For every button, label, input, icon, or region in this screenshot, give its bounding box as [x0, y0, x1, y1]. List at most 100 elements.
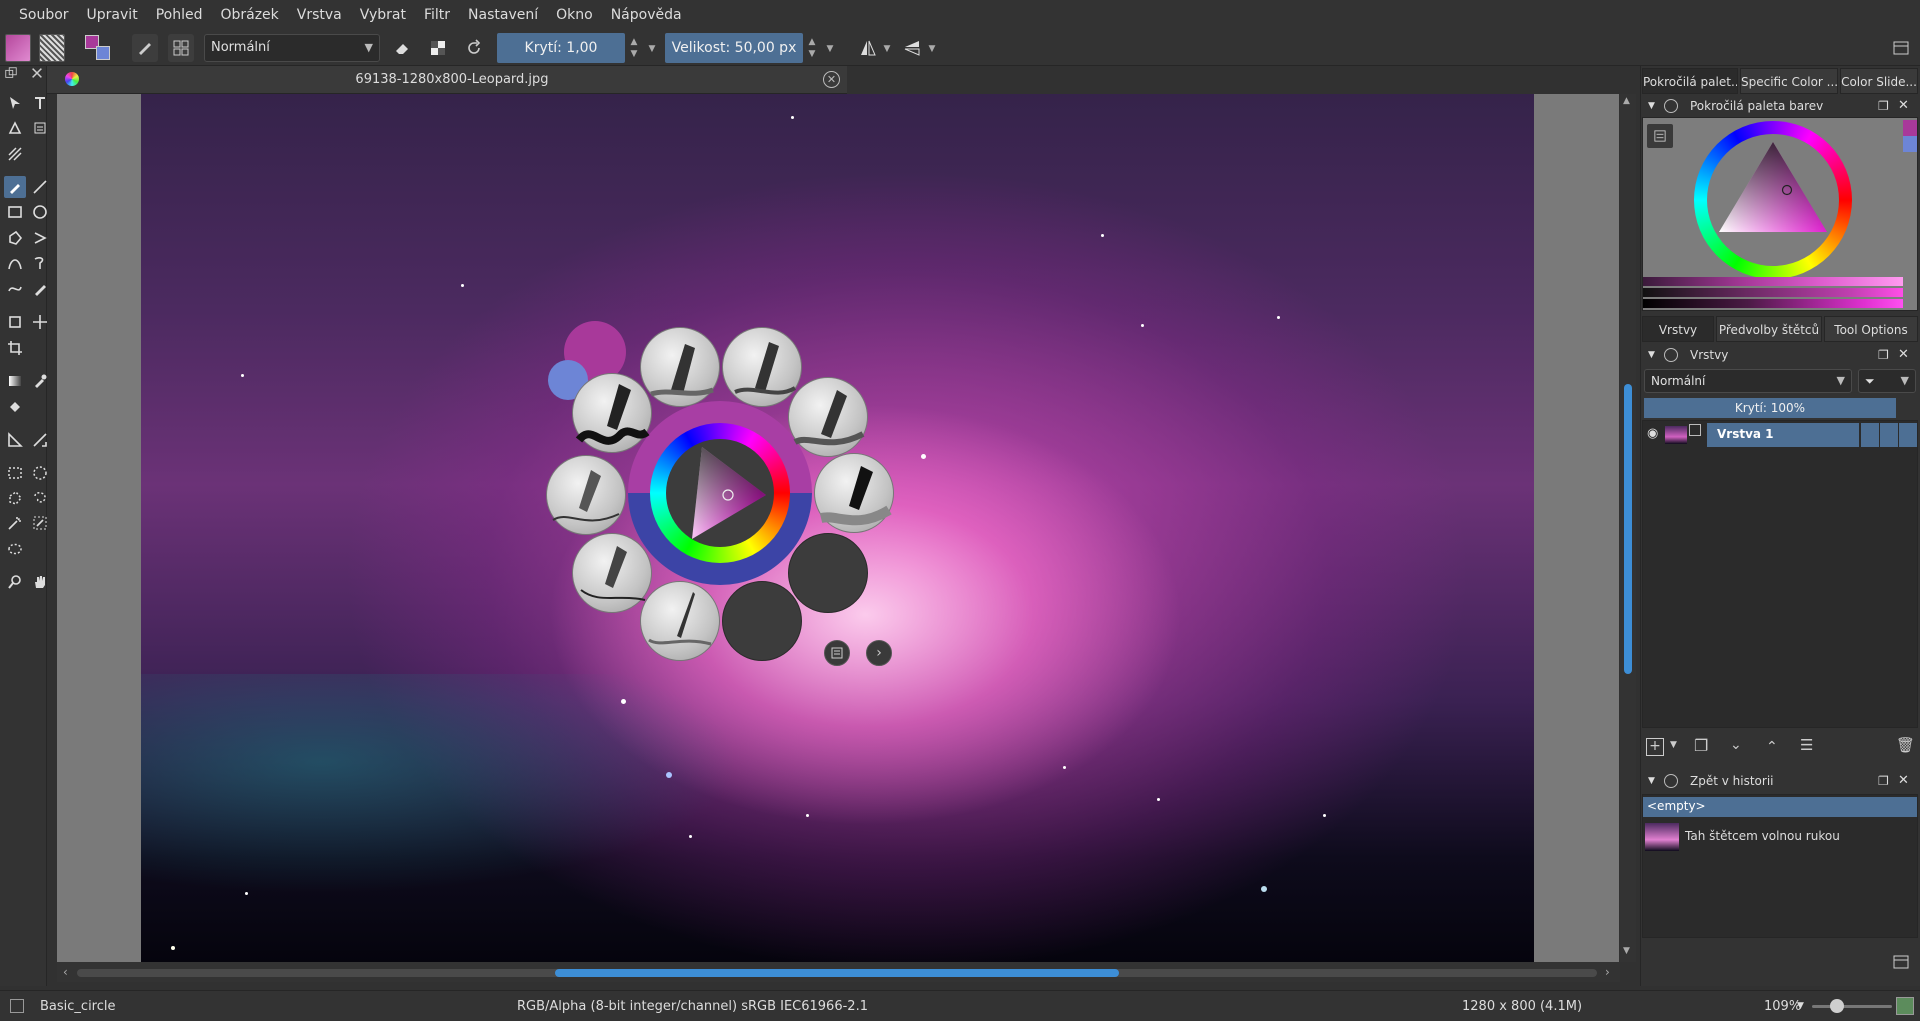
bezier-tool-icon[interactable]: [4, 252, 26, 274]
gradient-swatch[interactable]: [5, 34, 31, 62]
close-docker-icon[interactable]: ✕: [1898, 770, 1909, 792]
color-picker-tool-icon[interactable]: [29, 370, 51, 392]
move-layer-up-button[interactable]: ⌃: [1766, 739, 1778, 755]
canvas-only-toggle[interactable]: [1896, 997, 1914, 1015]
vertical-scrollbar[interactable]: ▲ ▼: [1620, 94, 1636, 962]
layer-name-highlight[interactable]: Vrstva 1: [1707, 423, 1859, 447]
menu-okno[interactable]: Okno: [547, 0, 602, 30]
elliptical-selection-tool-icon[interactable]: [29, 462, 51, 484]
brush-settings-button[interactable]: [168, 34, 194, 62]
size-spin-arrows[interactable]: ▲ ▼: [805, 36, 819, 62]
layer-row[interactable]: ◉ Vrstva 1: [1643, 423, 1917, 447]
color-selector-settings-button[interactable]: [1647, 124, 1673, 148]
measure-tool-icon[interactable]: [29, 429, 51, 451]
close-docker-icon[interactable]: ✕: [1898, 95, 1909, 117]
brush-preset-bubble-3[interactable]: [572, 373, 652, 453]
tab-layers[interactable]: Vrstvy: [1642, 316, 1714, 342]
float-docker-icon[interactable]: ❐: [1878, 344, 1889, 366]
popup-color-triangle[interactable]: [666, 439, 774, 547]
delete-layer-button[interactable]: 🗑: [1896, 736, 1915, 754]
mirror-horizontal-chevron[interactable]: ▼: [880, 36, 894, 62]
pattern-tool-icon[interactable]: [4, 143, 26, 165]
tab-tool-options[interactable]: Tool Options: [1824, 316, 1918, 342]
brush-preset-bubble-empty-1[interactable]: [788, 533, 868, 613]
freehand-path-tool-icon[interactable]: [29, 252, 51, 274]
bezier-selection-tool-icon[interactable]: [4, 538, 26, 560]
similar-selection-tool-icon[interactable]: [29, 512, 51, 534]
zoom-level[interactable]: 109%: [1764, 999, 1801, 1014]
layer-filter-button[interactable]: ⏷ ▼: [1858, 369, 1916, 393]
color-shade-strip-3[interactable]: [1643, 299, 1903, 308]
history-options-button[interactable]: [1888, 948, 1914, 976]
tab-specific-color-selector[interactable]: Specific Color ...: [1740, 68, 1838, 94]
opacity-dropdown-chevron[interactable]: ▼: [645, 36, 659, 62]
brush-preset-bubble-7[interactable]: [572, 533, 652, 613]
pattern-swatch[interactable]: [39, 34, 65, 62]
tab-brush-presets[interactable]: Předvolby štětců: [1716, 316, 1822, 342]
layer-properties-button[interactable]: ☰: [1800, 736, 1813, 754]
color-shade-strip-1[interactable]: [1643, 277, 1903, 286]
move-layer-down-button[interactable]: ⌄: [1730, 737, 1742, 753]
horizontal-scroll-thumb[interactable]: [555, 969, 1119, 977]
brush-preset-bubble-8[interactable]: [640, 581, 720, 661]
duplicate-layer-button[interactable]: ❐: [1694, 736, 1708, 755]
zoom-chevron-icon[interactable]: ▼: [1797, 1001, 1804, 1011]
layer-alpha-lock-icon[interactable]: [1880, 423, 1898, 447]
recent-color-swatch[interactable]: [1903, 136, 1917, 152]
color-shade-strip-2[interactable]: [1643, 288, 1903, 297]
collapse-icon[interactable]: ▼: [1648, 95, 1655, 117]
history-item-empty[interactable]: <empty>: [1643, 797, 1917, 817]
layer-inherit-alpha-icon[interactable]: [1899, 423, 1917, 447]
zoom-tool-icon[interactable]: [4, 571, 26, 593]
transform-tool-icon[interactable]: [4, 311, 26, 333]
pan-tool-icon[interactable]: [29, 571, 51, 593]
mirror-horizontal-button[interactable]: [855, 34, 881, 62]
move-tool-icon[interactable]: [29, 311, 51, 333]
collapse-icon[interactable]: ▼: [1648, 770, 1655, 792]
brush-preset-button[interactable]: [132, 34, 158, 62]
menu-nastaveni[interactable]: Nastavení: [459, 0, 547, 30]
add-layer-chevron-icon[interactable]: ▼: [1670, 740, 1677, 750]
vertical-scroll-thumb[interactable]: [1624, 384, 1632, 674]
collapse-icon[interactable]: ▼: [1648, 344, 1655, 366]
history-item[interactable]: Tah štětcem volnou rukou: [1643, 821, 1917, 853]
crop-tool-icon[interactable]: [4, 337, 26, 359]
popup-palette[interactable]: ›: [540, 315, 900, 675]
toolbox-close-icon[interactable]: [30, 66, 44, 80]
menu-upravit[interactable]: Upravit: [78, 0, 147, 30]
layer-blend-mode-dropdown[interactable]: Normální ▼: [1644, 369, 1852, 393]
background-color-swatch[interactable]: [96, 46, 110, 60]
popup-tag-menu-button[interactable]: [824, 640, 850, 666]
size-slider[interactable]: Velikost: 50,00 px: [665, 33, 803, 63]
reload-preset-button[interactable]: [461, 34, 487, 62]
menu-obrazek[interactable]: Obrázek: [211, 0, 287, 30]
polyline-tool-icon[interactable]: [29, 227, 51, 249]
horizontal-scrollbar[interactable]: ‹ ›: [57, 962, 1620, 982]
menu-pohled[interactable]: Pohled: [147, 0, 212, 30]
brush-preset-bubble-empty-2[interactable]: [722, 581, 802, 661]
menu-filtr[interactable]: Filtr: [415, 0, 459, 30]
docker-lock-icon[interactable]: [1664, 99, 1678, 113]
scroll-down-arrow[interactable]: ▼: [1623, 946, 1630, 956]
gradient-tool-icon[interactable]: [4, 370, 26, 392]
close-docker-icon[interactable]: ✕: [1898, 344, 1909, 366]
menu-vybrat[interactable]: Vybrat: [351, 0, 415, 30]
layer-opacity-slider[interactable]: Krytí: 100%: [1644, 398, 1896, 418]
workspace-chooser-button[interactable]: [1888, 34, 1914, 62]
mirror-vertical-button[interactable]: [899, 34, 925, 62]
eraser-mode-button[interactable]: [389, 34, 415, 62]
brush-preset-bubble-5[interactable]: [546, 455, 626, 535]
assistant-tool-icon[interactable]: [4, 429, 26, 451]
close-document-icon[interactable]: ✕: [823, 71, 840, 88]
mirror-vertical-chevron[interactable]: ▼: [925, 36, 939, 62]
scroll-left-arrow[interactable]: ‹: [63, 965, 68, 979]
float-docker-icon[interactable]: ❐: [1878, 770, 1889, 792]
scroll-right-arrow[interactable]: ›: [1605, 965, 1610, 979]
calligraphy-tool-icon[interactable]: [29, 117, 51, 139]
ellipse-tool-icon[interactable]: [29, 201, 51, 223]
fill-tool-icon[interactable]: [4, 396, 26, 418]
docker-lock-icon[interactable]: [1664, 774, 1678, 788]
rectangular-selection-tool-icon[interactable]: [4, 462, 26, 484]
opacity-slider[interactable]: Krytí: 1,00: [497, 33, 625, 63]
brush-preset-bubble-4[interactable]: [788, 377, 868, 457]
